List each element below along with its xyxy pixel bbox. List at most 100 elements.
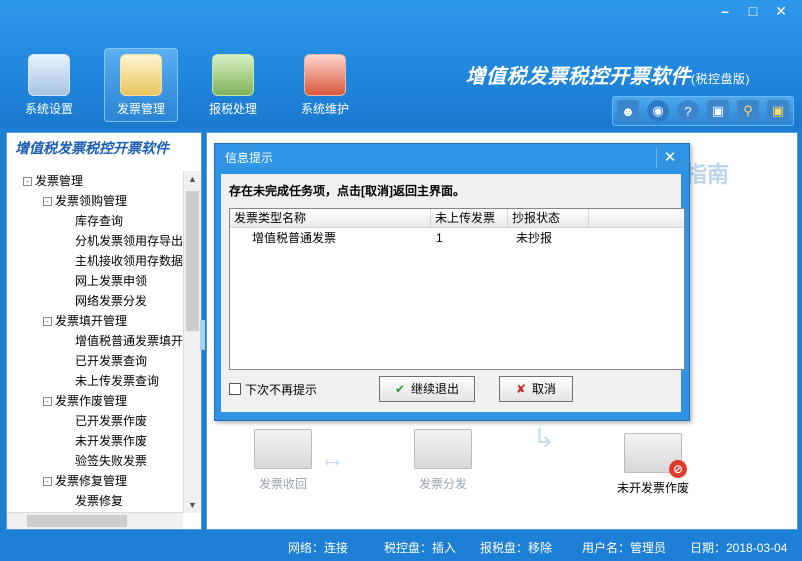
scroll-down-icon[interactable]: ▼ (184, 497, 201, 513)
tree-node[interactable]: 分机发票领用存导出 (7, 231, 183, 251)
status-network: 网络：连接 (288, 541, 349, 555)
toolbar-tax-filing[interactable]: 报税处理 (196, 48, 270, 122)
tree-node-label: 网络发票分发 (75, 294, 148, 308)
flow-invoice-recall[interactable]: 发票收回 (243, 429, 323, 492)
continue-exit-button[interactable]: ✔ 继续退出 (379, 376, 475, 402)
collapse-icon[interactable]: - (43, 397, 52, 406)
tree-node[interactable]: - 发票修复管理 (7, 471, 183, 491)
tree-horizontal-scrollbar[interactable] (7, 512, 183, 529)
user-icon[interactable]: ☻ (617, 100, 639, 122)
tree-vertical-scrollbar[interactable]: ▲ ▼ (183, 171, 201, 513)
settings-icon (28, 54, 70, 96)
collapse-icon[interactable]: - (43, 197, 52, 206)
nav-panel-title: 增值税发票税控开票软件 (15, 140, 169, 156)
cancel-button[interactable]: ✘ 取消 (499, 376, 573, 402)
tree-node[interactable]: 未开发票作废 (7, 431, 183, 451)
window-icon[interactable]: ▣ (707, 100, 729, 122)
toolbar-system-maintenance[interactable]: 系统维护 (288, 48, 362, 122)
minimize-button[interactable]: – (712, 2, 738, 20)
flow-label: 发票收回 (258, 477, 307, 491)
tax-filing-icon (212, 54, 254, 96)
dialog-message: 存在未完成任务项，点击[取消]返回主界面。 (229, 184, 465, 198)
tree-node[interactable]: 发票修复 (7, 491, 183, 511)
tree-node-label: 发票修复 (75, 494, 124, 508)
close-button[interactable]: ✕ (768, 2, 794, 20)
guide-heading: 指南 (685, 162, 730, 187)
tree-node-label: 已开发票作废 (75, 414, 148, 428)
tree-node-label: 发票作废管理 (55, 394, 128, 408)
invoice-icon (120, 54, 162, 96)
scroll-up-icon[interactable]: ▲ (184, 171, 201, 187)
cell-report-status: 未抄报 (516, 231, 553, 245)
nav-tree: - 发票管理 - 发票领购管理 库存查询 分机发票领用存导出 主机接收领用存数据 网… (7, 171, 183, 513)
double-arrow-icon: ↔ (319, 443, 345, 473)
status-bar: 网络：连接 税控盘：插入 报税盘：移除 用户名：管理员 日期：2018-03-0… (0, 533, 802, 561)
status-date: 日期：2018-03-04 (690, 541, 788, 555)
pending-task-list[interactable]: 发票类型名称 未上传发票 抄报状态 增值税普通发票 1 未抄报 (229, 208, 685, 370)
scrollbar-thumb[interactable] (186, 191, 199, 331)
tree-node[interactable]: 已开发票作废 (7, 411, 183, 431)
dont-show-again-checkbox[interactable]: 下次不再提示 (229, 381, 317, 398)
key-icon[interactable]: ⚲ (737, 100, 759, 122)
button-label: 取消 (532, 382, 557, 396)
flow-unissued-void[interactable]: ⊘ 未开发票作废 (603, 433, 703, 496)
flow-invoice-distribute[interactable]: 发票分发 (403, 429, 483, 492)
distribute-icon (414, 429, 472, 469)
lock-icon[interactable]: ▣ (767, 100, 789, 122)
checkbox-label: 下次不再提示 (245, 383, 318, 397)
column-invoice-type[interactable]: 发票类型名称 (230, 209, 431, 227)
tree-node[interactable]: 增值税普通发票填开 (7, 331, 183, 351)
scrollbar-thumb[interactable] (27, 515, 127, 527)
tree-node[interactable]: 网络发票分发 (7, 291, 183, 311)
tree-node-label: 分机发票领用存导出 (75, 234, 183, 248)
toolbar-invoice-management[interactable]: 发票管理 (104, 48, 178, 122)
toolbar-label: 系统维护 (300, 102, 349, 116)
status-user: 用户名：管理员 (582, 541, 667, 555)
tree-node[interactable]: 网上发票申领 (7, 271, 183, 291)
globe-icon[interactable]: ◉ (647, 100, 669, 122)
collapse-icon[interactable]: - (43, 477, 52, 486)
tree-node-label: 网上发票申领 (75, 274, 148, 288)
status-report-disk: 报税盘：移除 (480, 541, 553, 555)
tree-node-label: 主机接收领用存数据 (75, 254, 183, 268)
recycle-icon (254, 429, 312, 469)
dialog-close-button[interactable]: ✕ (656, 148, 683, 168)
app-title: 增值税发票税控开票软件(税控盘版) (466, 60, 751, 89)
panel-splitter[interactable] (200, 320, 205, 350)
collapse-icon[interactable]: - (43, 317, 52, 326)
toolbar-system-settings[interactable]: 系统设置 (12, 48, 86, 122)
checkbox-box[interactable] (229, 383, 241, 395)
tree-node[interactable]: 主机接收领用存数据 (7, 251, 183, 271)
flow-label: 发票分发 (418, 477, 467, 491)
tree-node-label: 库存查询 (75, 214, 124, 228)
tree-node[interactable]: - 发票填开管理 (7, 311, 183, 331)
void-icon: ⊘ (624, 433, 687, 478)
tree-node[interactable]: 已开发票查询 (7, 351, 183, 371)
tree-node[interactable]: - 发票作废管理 (7, 391, 183, 411)
help-icon[interactable]: ? (677, 100, 699, 122)
tree-node-label: 发票领购管理 (55, 194, 128, 208)
maximize-button[interactable]: □ (740, 2, 766, 20)
toolbar-label: 系统设置 (24, 102, 73, 116)
collapse-icon[interactable]: - (23, 177, 32, 186)
app-title-text: 增值税发票税控开票软件 (465, 66, 691, 88)
tree-node[interactable]: - 发票领购管理 (7, 191, 183, 211)
tree-node-label: 增值税普通发票填开 (75, 334, 183, 348)
toolbar-label: 发票管理 (116, 102, 165, 116)
maintenance-icon (304, 54, 346, 96)
tree-node[interactable]: 未上传发票查询 (7, 371, 183, 391)
tree-node-label: 已开发票查询 (75, 354, 148, 368)
button-label: 继续退出 (411, 382, 460, 396)
quick-toolbar: ☻ ◉ ? ▣ ⚲ ▣ (612, 96, 794, 126)
tree-node[interactable]: - 发票管理 (7, 171, 183, 191)
dialog-body: 存在未完成任务项，点击[取消]返回主界面。 发票类型名称 未上传发票 抄报状态 … (221, 174, 685, 412)
column-not-uploaded[interactable]: 未上传发票 (431, 209, 508, 227)
list-header: 发票类型名称 未上传发票 抄报状态 (230, 209, 684, 228)
tree-node[interactable]: 库存查询 (7, 211, 183, 231)
cell-invoice-type: 增值税普通发票 (252, 231, 337, 245)
column-report-status[interactable]: 抄报状态 (508, 209, 589, 227)
check-icon: ✔ (394, 382, 406, 396)
app-subtitle: (税控盘版) (691, 72, 750, 86)
tree-node-label: 验签失败发票 (75, 454, 148, 468)
tree-node[interactable]: 验签失败发票 (7, 451, 183, 471)
